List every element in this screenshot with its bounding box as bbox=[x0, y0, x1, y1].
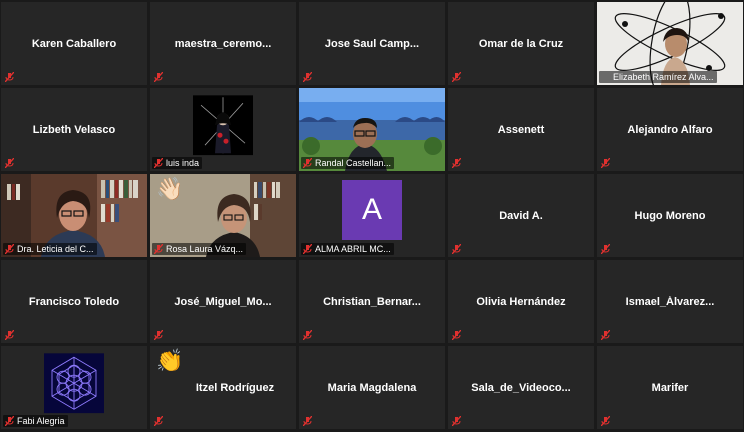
participant-name-label: Rosa Laura Vázq... bbox=[152, 243, 247, 255]
participant-name: Jose Saul Camp... bbox=[324, 37, 420, 50]
muted-microphone-icon bbox=[154, 416, 163, 426]
participant-name: José_Miguel_Mo... bbox=[174, 295, 272, 308]
participant-name: maestra_ceremo... bbox=[174, 37, 272, 50]
muted-microphone-icon bbox=[452, 158, 461, 168]
participant-name: Rosa Laura Vázq... bbox=[166, 244, 244, 254]
participant-name: Dra. Leticia del C... bbox=[17, 244, 94, 254]
participant-name: Lizbeth Velasco bbox=[32, 123, 116, 136]
participant-name-label: Fabi Alegria bbox=[3, 415, 68, 427]
participant-name: Maria Magdalena bbox=[327, 381, 417, 394]
muted-microphone-icon bbox=[452, 330, 461, 340]
participant-name-label: luis inda bbox=[152, 157, 203, 169]
muted-microphone-icon bbox=[154, 330, 163, 340]
participant-tile[interactable]: Dra. Leticia del C... bbox=[1, 174, 147, 257]
participant-name: David A. bbox=[499, 209, 543, 222]
participant-name-label: Elizabeth Ramírez Alva... bbox=[599, 71, 717, 83]
participant-tile[interactable]: José_Miguel_Mo... bbox=[150, 260, 296, 343]
muted-microphone-icon bbox=[303, 416, 312, 426]
participant-tile[interactable]: Randal Castellan... bbox=[299, 88, 445, 171]
participant-name: Sala_de_Videoco... bbox=[471, 381, 571, 394]
participant-tile[interactable]: Hugo Moreno bbox=[597, 174, 743, 257]
participant-tile[interactable]: Lizbeth Velasco bbox=[1, 88, 147, 171]
participant-name: Fabi Alegria bbox=[17, 416, 65, 426]
participant-tile[interactable]: Fabi Alegria bbox=[1, 346, 147, 429]
participant-tile[interactable]: Ismael_Álvarez... bbox=[597, 260, 743, 343]
participant-tile[interactable]: maestra_ceremo... bbox=[150, 2, 296, 85]
muted-microphone-icon bbox=[5, 158, 14, 168]
participant-name: Marifer bbox=[651, 381, 689, 394]
muted-microphone-icon bbox=[601, 330, 610, 340]
participant-name: Randal Castellan... bbox=[315, 158, 392, 168]
profile-picture bbox=[44, 352, 104, 413]
profile-picture bbox=[193, 94, 253, 155]
participant-tile[interactable]: Omar de la Cruz bbox=[448, 2, 594, 85]
participant-name-label: ALMA ABRIL MC... bbox=[301, 243, 394, 255]
avatar-initial: A bbox=[361, 192, 382, 226]
muted-microphone-icon bbox=[303, 330, 312, 340]
participant-name: Karen Caballero bbox=[31, 37, 117, 50]
participant-name-label: Randal Castellan... bbox=[301, 157, 395, 169]
participant-tile[interactable]: David A. bbox=[448, 174, 594, 257]
muted-microphone-icon bbox=[5, 416, 14, 426]
participant-tile-active-speaker[interactable]: Elizabeth Ramírez Alva... bbox=[597, 2, 743, 85]
participant-tile[interactable]: A ALMA ABRIL MC... bbox=[299, 174, 445, 257]
participant-name-label: Dra. Leticia del C... bbox=[3, 243, 97, 255]
participant-tile[interactable]: Marifer bbox=[597, 346, 743, 429]
participant-name: luis inda bbox=[166, 158, 200, 168]
muted-microphone-icon bbox=[601, 244, 610, 254]
avatar: A bbox=[342, 179, 402, 240]
muted-microphone-icon bbox=[5, 330, 14, 340]
muted-microphone-icon bbox=[5, 244, 14, 254]
participant-tile[interactable]: Christian_Bernar... bbox=[299, 260, 445, 343]
participant-tile[interactable]: Alejandro Alfaro bbox=[597, 88, 743, 171]
muted-microphone-icon bbox=[452, 72, 461, 82]
participant-tile[interactable]: luis inda bbox=[150, 88, 296, 171]
participant-name: ALMA ABRIL MC... bbox=[315, 244, 391, 254]
participant-name: Olivia Hernández bbox=[476, 295, 566, 308]
participant-tile[interactable]: Olivia Hernández bbox=[448, 260, 594, 343]
muted-microphone-icon bbox=[303, 72, 312, 82]
clapping-hands-reaction-icon: 👏 bbox=[156, 348, 184, 373]
participant-tile[interactable]: Sala_de_Videoco... bbox=[448, 346, 594, 429]
participant-tile[interactable]: Jose Saul Camp... bbox=[299, 2, 445, 85]
muted-microphone-icon bbox=[154, 72, 163, 82]
participant-name: Alejandro Alfaro bbox=[627, 123, 713, 136]
muted-microphone-icon bbox=[452, 416, 461, 426]
participant-tile[interactable]: Karen Caballero bbox=[1, 2, 147, 85]
muted-microphone-icon bbox=[154, 244, 163, 254]
muted-microphone-icon bbox=[601, 416, 610, 426]
participant-gallery: Karen Caballero maestra_ceremo... Jose S… bbox=[0, 0, 744, 432]
muted-microphone-icon bbox=[601, 158, 610, 168]
participant-tile[interactable]: Maria Magdalena bbox=[299, 346, 445, 429]
participant-tile[interactable]: 👋🏻 Rosa Laura Vázq... bbox=[150, 174, 296, 257]
muted-microphone-icon bbox=[154, 158, 163, 168]
muted-microphone-icon bbox=[452, 244, 461, 254]
participant-name: Ismael_Álvarez... bbox=[625, 295, 715, 308]
muted-microphone-icon bbox=[303, 158, 312, 168]
participant-name: Christian_Bernar... bbox=[323, 295, 421, 308]
raised-hand-reaction-icon: 👋🏻 bbox=[156, 176, 184, 201]
participant-name: Omar de la Cruz bbox=[478, 37, 564, 50]
participant-name: Hugo Moreno bbox=[634, 209, 706, 222]
muted-microphone-icon bbox=[303, 244, 312, 254]
muted-microphone-icon bbox=[5, 72, 14, 82]
participant-tile[interactable]: 👏 Itzel Rodríguez bbox=[150, 346, 296, 429]
participant-tile[interactable]: Assenett bbox=[448, 88, 594, 171]
participant-tile[interactable]: Francisco Toledo bbox=[1, 260, 147, 343]
participant-name: Itzel Rodríguez bbox=[195, 381, 275, 394]
participant-name: Francisco Toledo bbox=[28, 295, 120, 308]
participant-name: Assenett bbox=[497, 123, 545, 136]
